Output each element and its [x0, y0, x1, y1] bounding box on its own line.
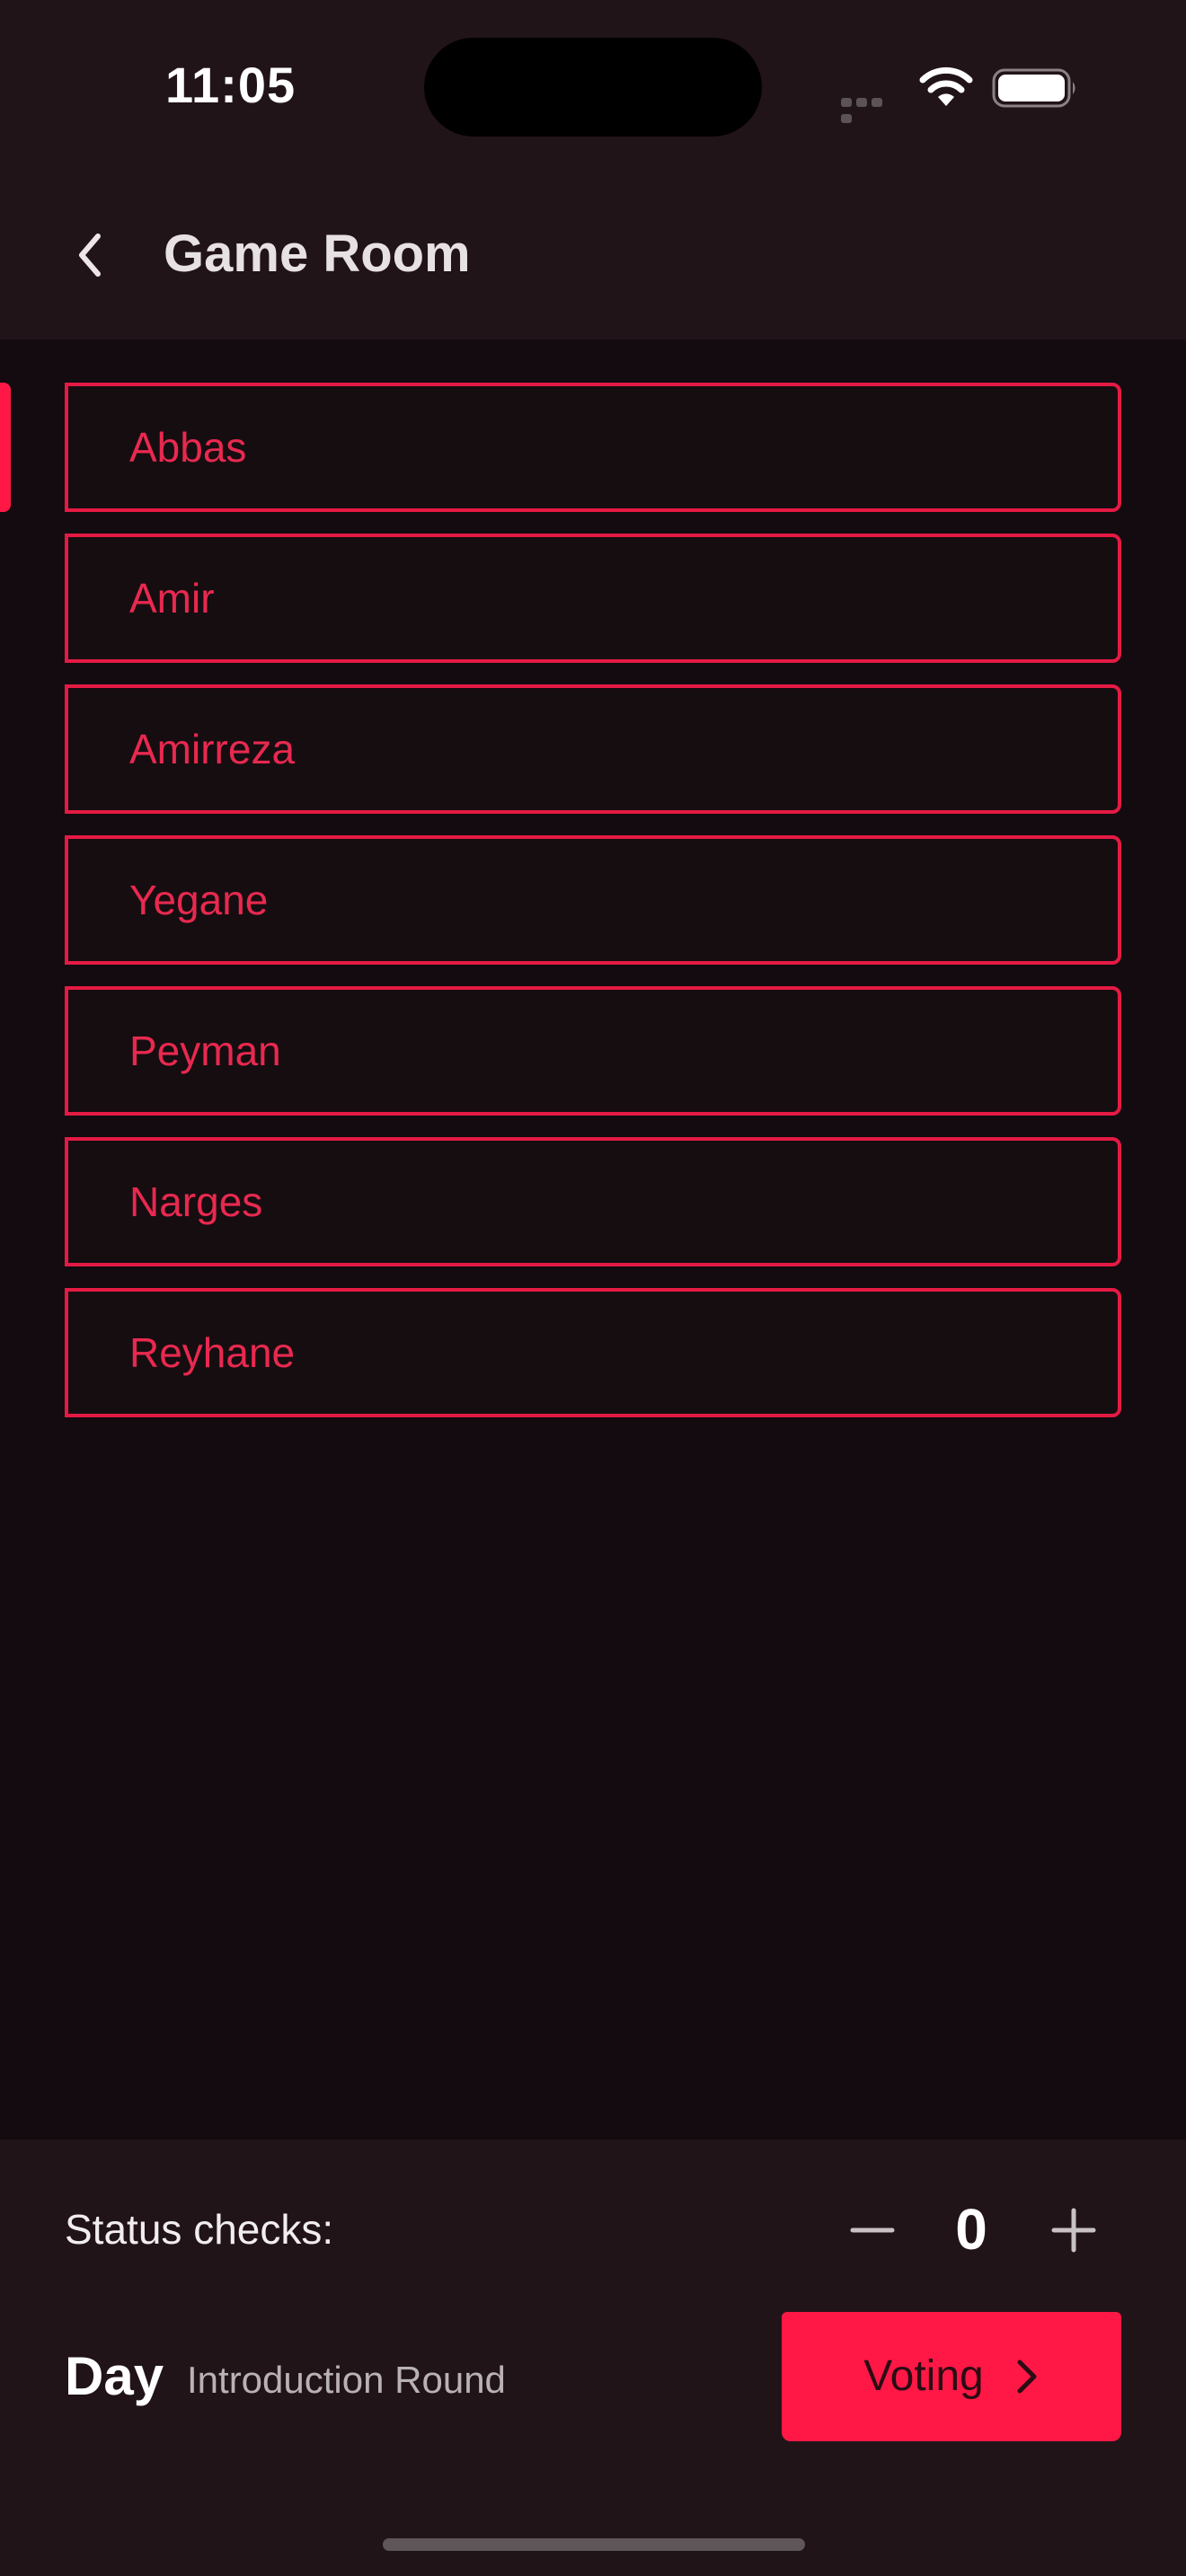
- status-checks-count: 0: [955, 2197, 987, 2262]
- player-item-narges[interactable]: Narges: [65, 1137, 1121, 1266]
- player-list: Abbas Amir Amirreza Yegane Peyman Narges…: [65, 383, 1121, 1439]
- player-name: Yegane: [129, 877, 269, 923]
- status-bar: 11:05: [0, 0, 1186, 180]
- plus-icon: [1051, 2208, 1096, 2253]
- player-name: Abbas: [129, 424, 247, 471]
- player-item-peyman[interactable]: Peyman: [65, 986, 1121, 1116]
- player-name: Reyhane: [129, 1329, 296, 1376]
- signal-icon: [841, 95, 900, 123]
- wifi-icon: [918, 65, 974, 108]
- chevron-right-icon: [1014, 2359, 1040, 2395]
- back-button[interactable]: [63, 226, 117, 284]
- bottom-panel: Status checks: 0 Day Introduction Round …: [0, 2139, 1186, 2576]
- player-name: Amirreza: [129, 726, 296, 772]
- voting-button-label: Voting: [863, 2352, 984, 2400]
- phase-label: Day: [65, 2346, 164, 2406]
- game-room-screen: 11:05 Game Room Abbas Amir Amirreza Yega…: [0, 0, 1186, 2576]
- selection-indicator: [0, 383, 11, 512]
- chevron-left-icon: [79, 234, 101, 277]
- player-item-amir[interactable]: Amir: [65, 534, 1121, 663]
- home-indicator[interactable]: [383, 2538, 805, 2551]
- status-checks-label: Status checks:: [65, 2206, 334, 2253]
- decrement-button[interactable]: [845, 2202, 900, 2258]
- battery-icon: [992, 68, 1078, 108]
- app-header: Game Room: [0, 180, 1186, 340]
- dynamic-island: [424, 38, 762, 137]
- page-title: Game Room: [164, 225, 471, 283]
- player-item-reyhane[interactable]: Reyhane: [65, 1288, 1121, 1417]
- voting-button[interactable]: Voting: [782, 2312, 1121, 2441]
- player-name: Narges: [129, 1178, 263, 1225]
- player-name: Peyman: [129, 1028, 281, 1074]
- player-item-yegane[interactable]: Yegane: [65, 835, 1121, 965]
- minus-icon: [850, 2228, 895, 2233]
- player-name: Amir: [129, 575, 215, 622]
- player-item-amirreza[interactable]: Amirreza: [65, 684, 1121, 814]
- round-label: Introduction Round: [187, 2359, 506, 2401]
- player-item-abbas[interactable]: Abbas: [65, 383, 1121, 512]
- increment-button[interactable]: [1046, 2202, 1102, 2258]
- status-time: 11:05: [165, 57, 296, 113]
